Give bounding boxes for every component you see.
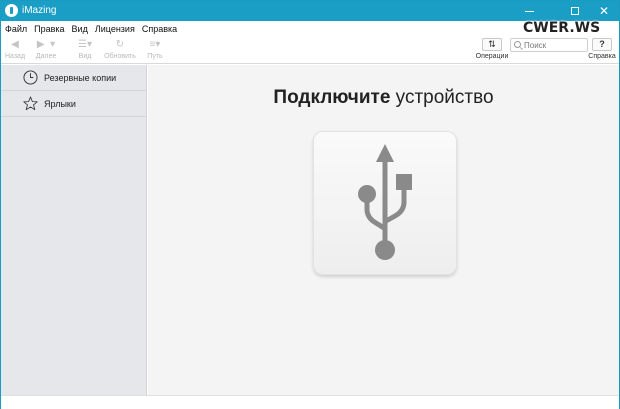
close-icon: ✕ [598,4,610,18]
menu-license[interactable]: Лицензия [95,24,135,34]
menu-edit[interactable]: Правка [34,24,64,34]
path-list-icon: ≡▾ [149,39,161,50]
usb-icon [358,144,412,260]
minimize-icon [524,10,534,12]
minimize-button[interactable] [516,1,542,21]
menu-bar: Файл Правка Вид Лицензия Справка [1,21,619,36]
sidebar-item-backups[interactable]: Резервные копии [1,65,147,91]
back-arrow-icon: ◀ [11,39,19,50]
headline-bold: Подключите [273,87,391,108]
forward-button[interactable]: ▶ ▾ Далее [29,36,63,64]
search-input[interactable] [524,40,586,51]
forward-label: Далее [35,53,57,60]
title-bar[interactable]: iMazing ✕ [1,1,619,21]
view-label: Вид [78,53,92,60]
refresh-label: Обновить [104,53,136,60]
path-label: Путь [147,53,163,60]
view-button[interactable]: ☰▾ Вид [74,36,96,64]
sidebar-item-shortcuts[interactable]: Ярлыки [1,91,147,117]
sidebar: Резервные копии Ярлыки [1,65,147,395]
refresh-button[interactable]: ↻ Обновить [104,36,136,64]
search-box[interactable] [510,38,588,52]
help-button[interactable]: ? Справка [587,36,617,64]
menu-view[interactable]: Вид [72,24,88,34]
status-bar [1,395,619,409]
app-window: iMazing ✕ CWER.WS Файл Правка Вид Лиценз… [0,0,620,409]
path-button[interactable]: ≡▾ Путь [143,36,167,64]
help-label: Справка [588,53,616,60]
main-panel: Подключите устройство [148,65,619,395]
menu-file[interactable]: Файл [5,24,27,34]
clock-icon [23,70,38,85]
forward-arrow-icon: ▶ ▾ [36,39,56,50]
back-label: Назад [4,53,26,60]
maximize-icon [571,7,579,15]
operations-button[interactable]: ⇅ Операции [475,36,509,64]
connect-device-heading: Подключите устройство [148,87,619,109]
back-button[interactable]: ◀ Назад [4,36,26,64]
sidebar-item-label: Ярлыки [44,98,76,109]
view-list-icon: ☰▾ [78,39,92,50]
operations-arrows-icon: ⇅ [482,38,502,51]
app-logo-icon [5,4,18,17]
close-button[interactable]: ✕ [591,1,617,21]
maximize-button[interactable] [562,1,588,21]
refresh-icon: ↻ [115,39,125,50]
search-icon [514,41,521,48]
operations-label: Операции [475,53,509,60]
usb-illustration [313,131,457,275]
sidebar-item-label: Резервные копии [44,72,117,83]
star-icon [23,96,38,111]
headline-rest: устройство [390,87,494,108]
window-title: iMazing [22,5,57,16]
question-mark-icon: ? [592,38,612,51]
menu-help[interactable]: Справка [142,24,177,34]
